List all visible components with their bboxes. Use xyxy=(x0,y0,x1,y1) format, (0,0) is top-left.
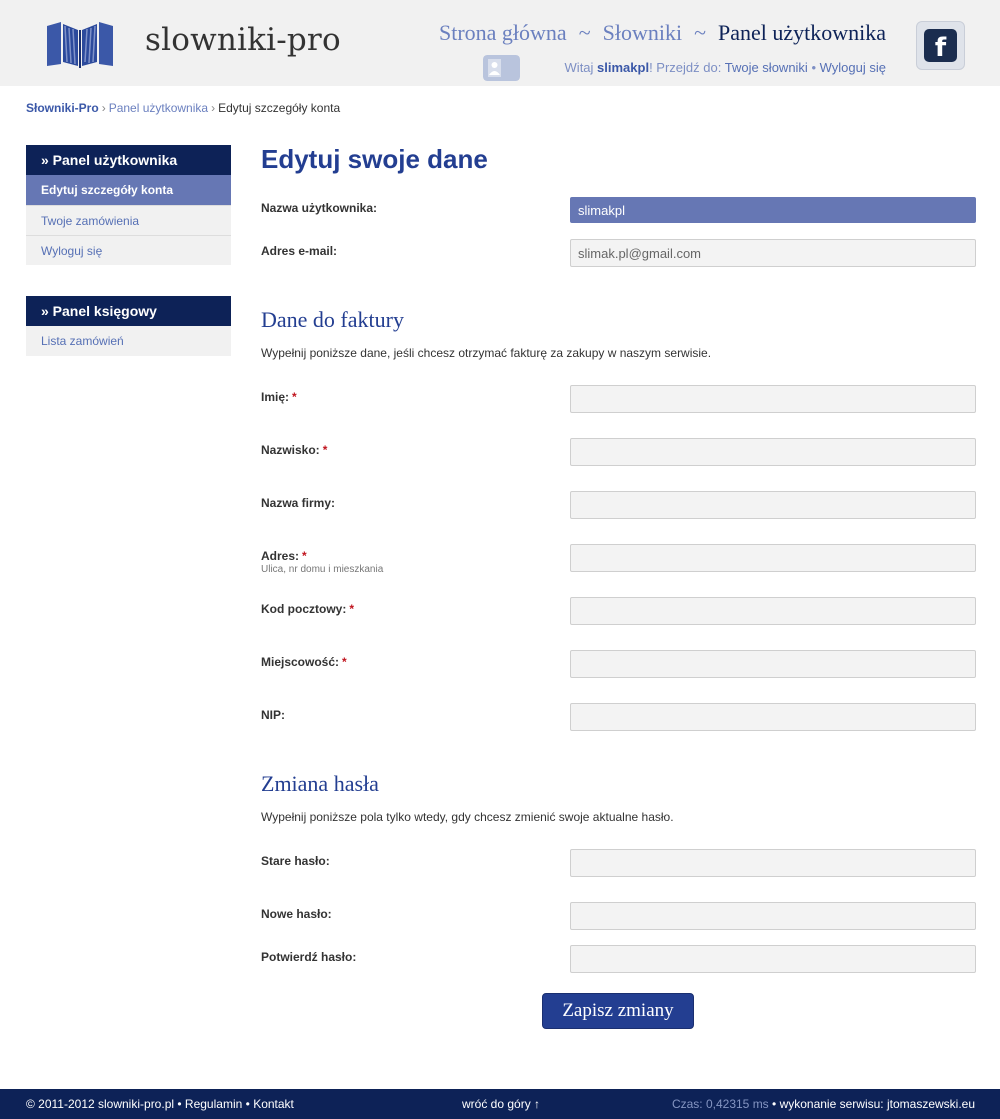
sidebar-accounting-panel: » Panel księgowy Lista zamówień xyxy=(26,296,231,356)
company-field[interactable] xyxy=(570,491,976,519)
company-label: Nazwa firmy: xyxy=(261,496,336,510)
sidebar-accounting-panel-title: » Panel księgowy xyxy=(26,296,231,326)
first-name-field[interactable] xyxy=(570,385,976,413)
nav-separator: ~ xyxy=(694,20,706,45)
goto-text: ! Przejdź do: xyxy=(649,60,722,75)
copyright-text: © 2011-2012 slowniki-pro.pl xyxy=(26,1097,175,1111)
new-password-field[interactable] xyxy=(570,902,976,930)
first-name-label: Imię: * xyxy=(261,390,297,404)
sidebar-item-order-list[interactable]: Lista zamówień xyxy=(26,326,231,356)
page-title: Edytuj swoje dane xyxy=(261,144,488,174)
logout-link[interactable]: Wyloguj się xyxy=(820,60,886,75)
sidebar-item-edit-account[interactable]: Edytuj szczegóły konta xyxy=(26,175,231,205)
site-logo-text[interactable]: slowniki-pro xyxy=(145,22,341,58)
site-header: slowniki-pro Strona główna ~ Słowniki ~ Pane… xyxy=(0,0,1000,86)
breadcrumb-separator: › xyxy=(101,101,106,115)
back-to-top-link[interactable]: wróć do góry ↑ xyxy=(462,1097,540,1111)
old-password-field[interactable] xyxy=(570,849,976,877)
address-hint: Ulica, nr domu i mieszkania xyxy=(261,564,384,575)
nav-user-panel-link[interactable]: Panel użytkownika xyxy=(718,20,886,45)
footer-bullet: • xyxy=(177,1097,182,1111)
breadcrumb-panel-link[interactable]: Panel użytkownika xyxy=(109,101,208,115)
first-name-label-text: Imię: xyxy=(261,390,290,404)
user-welcome-line: Witaj slimakpl! Przejdź do: Twoje słowni… xyxy=(565,60,886,75)
email-label: Adres e-mail: xyxy=(261,244,338,258)
last-name-label: Nazwisko: * xyxy=(261,443,327,457)
password-section-title: Zmiana hasła xyxy=(261,771,379,796)
top-navigation: Strona główna ~ Słowniki ~ Panel użytkownika xyxy=(439,20,886,46)
book-logo-icon[interactable] xyxy=(45,20,115,68)
contact-link[interactable]: Kontakt xyxy=(253,1097,294,1111)
city-label-text: Miejscowość: xyxy=(261,655,340,669)
credit-prefix-text: • wykonanie serwisu: xyxy=(772,1097,884,1111)
postal-code-label-text: Kod pocztowy: xyxy=(261,602,347,616)
sidebar-user-panel-title: » Panel użytkownika xyxy=(26,145,231,175)
postal-code-field[interactable] xyxy=(570,597,976,625)
required-mark: * xyxy=(322,443,328,457)
old-password-label: Stare hasło: xyxy=(261,854,330,868)
footer-left: © 2011-2012 slowniki-pro.pl • Regulamin … xyxy=(26,1097,294,1111)
password-section-description: Wypełnij poniższe pola tylko wtedy, gdy … xyxy=(261,810,674,824)
save-changes-button[interactable]: Zapisz zmiany xyxy=(542,993,694,1029)
welcome-text: Witaj xyxy=(564,60,594,75)
city-label: Miejscowość: * xyxy=(261,655,347,669)
city-field[interactable] xyxy=(570,650,976,678)
user-avatar-icon xyxy=(483,55,520,81)
required-mark: * xyxy=(342,655,347,669)
breadcrumb-home-link[interactable]: Słowniki-Pro xyxy=(26,101,99,115)
nav-home-link[interactable]: Strona główna xyxy=(439,20,567,45)
required-mark: * xyxy=(349,602,354,616)
footer-bullet: • xyxy=(245,1097,250,1111)
confirm-password-label: Potwierdź hasło: xyxy=(261,950,357,964)
credit-link[interactable]: jtomaszewski.eu xyxy=(887,1097,975,1111)
confirm-password-field[interactable] xyxy=(570,945,976,973)
required-mark: * xyxy=(292,390,297,404)
sidebar-item-logout[interactable]: Wyloguj się xyxy=(26,235,231,265)
address-label: Adres: * xyxy=(261,549,307,563)
breadcrumb-separator: › xyxy=(211,101,216,115)
footer-right: Czas: 0,42315 ms • wykonanie serwisu: jt… xyxy=(672,1097,975,1111)
invoice-section-title: Dane do faktury xyxy=(261,307,404,332)
facebook-icon: f xyxy=(924,29,957,62)
username-field[interactable] xyxy=(570,197,976,223)
nip-field[interactable] xyxy=(570,703,976,731)
email-field[interactable] xyxy=(570,239,976,267)
your-dictionaries-link[interactable]: Twoje słowniki xyxy=(725,60,808,75)
render-time-text: Czas: 0,42315 ms xyxy=(671,1097,769,1111)
nip-label: NIP: xyxy=(261,708,285,722)
invoice-section-description: Wypełnij poniższe dane, jeśli chcesz otr… xyxy=(261,346,712,360)
address-label-text: Adres: xyxy=(261,549,300,563)
nav-dictionaries-link[interactable]: Słowniki xyxy=(603,20,682,45)
facebook-button[interactable]: f xyxy=(916,21,965,70)
username-label: Nazwa użytkownika: xyxy=(261,201,378,215)
address-field[interactable] xyxy=(570,544,976,572)
bullet-separator: • xyxy=(811,60,817,75)
sidebar-user-panel: » Panel użytkownika Edytuj szczegóły kon… xyxy=(26,145,231,265)
nav-separator: ~ xyxy=(578,20,591,45)
username-text: slimakpl xyxy=(597,60,650,75)
breadcrumb-current: Edytuj szczegóły konta xyxy=(218,101,341,115)
site-footer: © 2011-2012 slowniki-pro.pl • Regulamin … xyxy=(0,1089,1000,1119)
postal-code-label: Kod pocztowy: * xyxy=(261,602,354,616)
new-password-label: Nowe hasło: xyxy=(261,907,332,921)
last-name-label-text: Nazwisko: xyxy=(261,443,320,457)
sidebar-item-orders[interactable]: Twoje zamówienia xyxy=(26,205,231,235)
terms-link[interactable]: Regulamin xyxy=(185,1097,242,1111)
required-mark: * xyxy=(302,549,307,563)
breadcrumb: Słowniki-Pro › Panel użytkownika › Edytuj sz… xyxy=(26,101,340,115)
last-name-field[interactable] xyxy=(570,438,976,466)
